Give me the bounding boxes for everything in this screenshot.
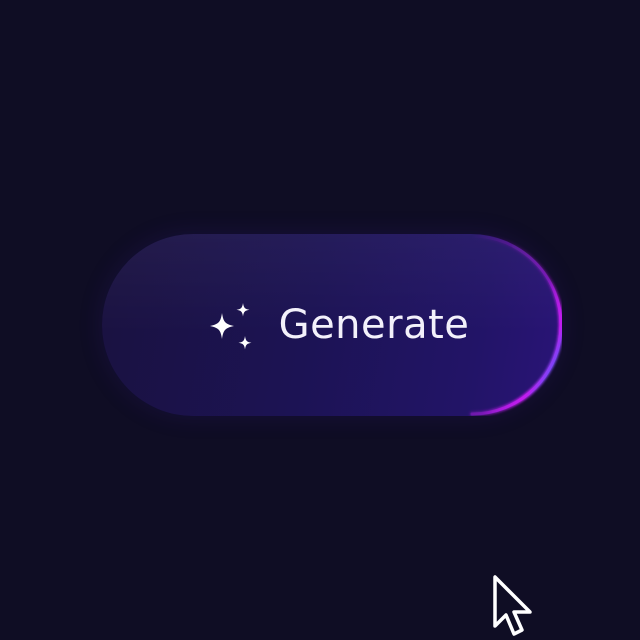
canvas: Generate (0, 0, 640, 640)
generate-button-label: Generate (278, 302, 470, 348)
arrow-cursor-icon (493, 575, 532, 636)
sparkles-icon (209, 303, 252, 350)
generate-button[interactable]: Generate (102, 234, 562, 416)
button-content: Generate (102, 234, 562, 416)
